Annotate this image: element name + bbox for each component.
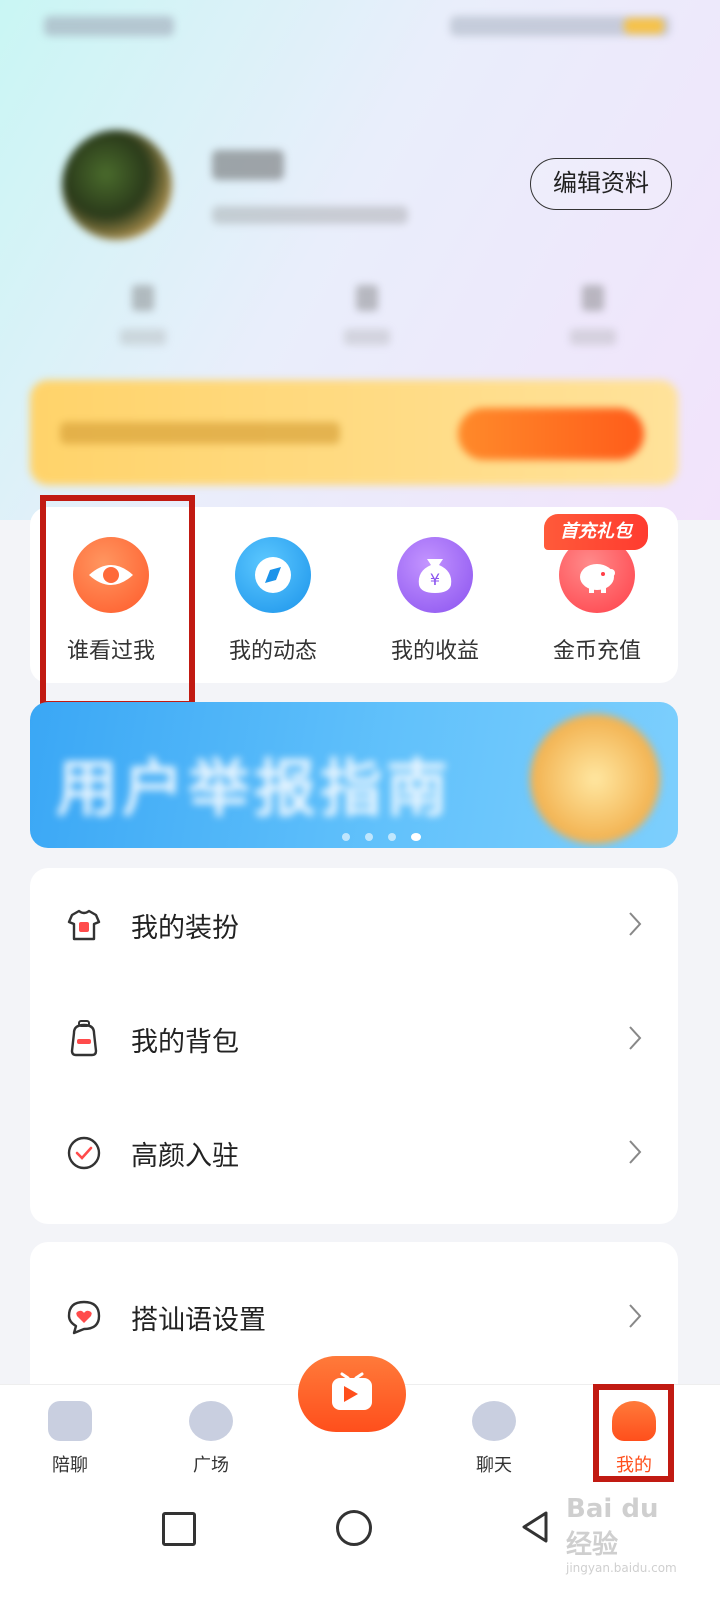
home-icon [48,1401,92,1441]
chevron-right-icon [628,910,642,938]
stat-number-blurred [356,285,378,311]
vip-promo-bar[interactable] [30,380,678,485]
quick-action-label: 我的动态 [228,639,317,664]
edit-profile-button[interactable]: 编辑资料 [530,158,672,210]
planet-icon [189,1401,233,1441]
annotation-highlight-box [593,1384,674,1482]
carousel-dot [342,833,350,841]
heart-chat-icon [64,1297,104,1337]
chevron-right-icon [628,1138,642,1166]
menu-item-label: 搭讪语设置 [131,1305,266,1336]
tab-plaza[interactable]: 广场 [151,1401,271,1477]
chevron-right-icon [628,1302,642,1330]
status-left-blurred [44,16,174,36]
banner-coin-illustration [530,714,660,844]
stat-following[interactable] [103,285,183,345]
quick-action-my-earnings[interactable]: ¥ 我的收益 [354,537,516,665]
chevron-right-icon [628,1024,642,1052]
chat-icon [472,1401,516,1441]
stat-label-blurred [570,329,616,345]
carousel-dot [365,833,374,841]
tab-label: 广场 [193,1455,229,1476]
username-blurred [212,150,284,180]
menu-item-label: 我的背包 [131,1027,239,1058]
menu-item-my-outfit[interactable]: 我的装扮 [30,868,678,982]
stat-fans[interactable] [327,285,407,345]
watermark-brand: Bai du 经验 [566,1494,659,1560]
compass-icon [235,537,311,613]
stat-number-blurred [582,285,604,311]
home-button[interactable] [336,1510,372,1546]
tv-play-icon [332,1372,372,1410]
avatar[interactable] [62,130,172,240]
backpack-icon [64,1019,104,1059]
stat-label-blurred [344,329,390,345]
vip-open-button[interactable] [458,408,644,460]
stat-label-blurred [120,329,166,345]
status-bar [0,0,720,56]
battery-icon [624,18,664,34]
check-circle-icon [64,1133,104,1173]
watermark-url: jingyan.baidu.com [566,1561,677,1575]
tshirt-icon [64,905,104,945]
quick-action-my-posts[interactable]: 我的动态 [192,537,354,665]
live-video-button[interactable] [298,1356,406,1432]
money-bag-icon: ¥ [397,537,473,613]
svg-text:¥: ¥ [430,570,440,589]
carousel-dot-active [411,833,422,841]
vip-promo-text-blurred [60,422,340,444]
tab-companion[interactable]: 陪聊 [10,1401,130,1477]
quick-action-coin-recharge[interactable]: 金币充值 [516,537,678,665]
recent-apps-button[interactable] [162,1512,196,1546]
user-id-blurred [212,206,408,224]
tab-chat[interactable]: 聊天 [434,1401,554,1477]
quick-action-label: 我的收益 [390,639,479,664]
carousel-dots [342,826,431,845]
stat-visitors[interactable] [553,285,633,345]
menu-item-my-backpack[interactable]: 我的背包 [30,982,678,1096]
menu-group-1: 我的装扮 我的背包 高颜入驻 [30,868,678,1224]
quick-action-label: 金币充值 [552,639,641,664]
first-recharge-badge: 首充礼包 [544,514,648,550]
menu-item-label: 高颜入驻 [131,1141,239,1172]
tab-label: 陪聊 [52,1455,88,1476]
stat-number-blurred [132,285,154,311]
menu-item-label: 我的装扮 [131,913,239,944]
report-guide-banner[interactable]: 用户举报指南 [30,702,678,848]
carousel-dot [388,833,397,841]
menu-item-high-looks-join[interactable]: 高颜入驻 [30,1096,678,1210]
banner-title: 用户举报指南 [56,752,453,825]
back-button[interactable] [520,1510,550,1548]
baidu-watermark: Bai du 经验 jingyan.baidu.com [566,1494,677,1575]
annotation-highlight-box [40,495,195,707]
tab-label: 聊天 [476,1455,512,1476]
